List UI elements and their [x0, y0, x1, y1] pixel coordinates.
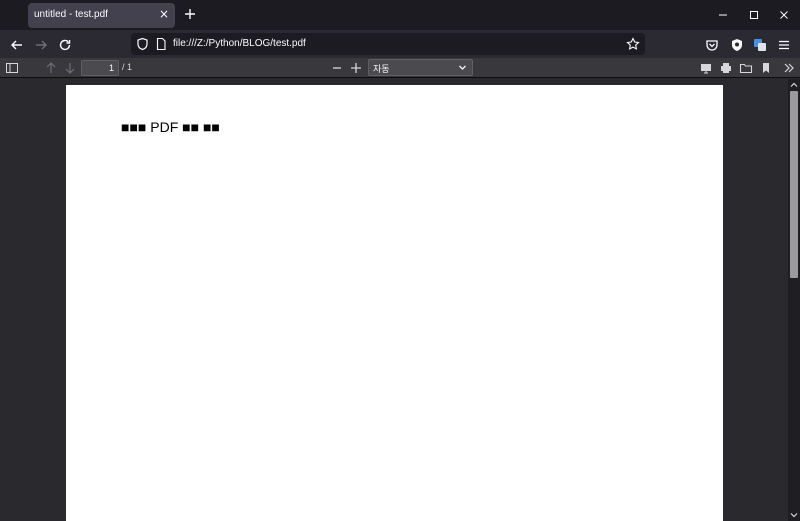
close-icon[interactable] — [777, 8, 791, 22]
sidebar-toggle-icon[interactable] — [5, 61, 19, 75]
translate-icon[interactable] — [752, 37, 768, 53]
scroll-down-icon[interactable] — [790, 511, 798, 519]
reload-icon[interactable] — [57, 37, 73, 53]
tab-title: untitled - test.pdf — [34, 9, 108, 20]
vertical-scrollbar[interactable] — [788, 79, 800, 521]
bookmark-icon[interactable] — [759, 61, 773, 75]
scrollbar-thumb[interactable] — [790, 91, 798, 278]
shield-icon[interactable] — [136, 37, 149, 51]
title-bar: untitled - test.pdf × — [0, 0, 800, 30]
pocket-icon[interactable] — [704, 37, 720, 53]
forward-arrow-icon[interactable] — [33, 37, 49, 53]
pdf-page-text: ■■■ PDF ■■ ■■ — [121, 119, 220, 135]
zoom-in-icon[interactable] — [349, 61, 363, 75]
open-file-icon[interactable] — [739, 61, 753, 75]
tab-active[interactable]: untitled - test.pdf × — [28, 3, 175, 28]
presentation-mode-icon[interactable] — [699, 61, 713, 75]
previous-page-icon[interactable] — [44, 61, 58, 75]
zoom-select[interactable]: 자동 — [368, 59, 473, 76]
pdf-page: ■■■ PDF ■■ ■■ — [66, 85, 723, 521]
pdf-viewer[interactable]: ■■■ PDF ■■ ■■ — [0, 79, 788, 521]
url-text[interactable]: file:///Z:/Python/BLOG/test.pdf — [173, 38, 306, 49]
plus-icon[interactable] — [182, 6, 198, 22]
zoom-value: 자동 — [373, 65, 390, 75]
star-icon[interactable] — [626, 37, 640, 51]
back-arrow-icon[interactable] — [9, 37, 25, 53]
pdf-toolbar: 1 / 1 자동 — [0, 58, 800, 78]
maximize-icon[interactable] — [747, 8, 761, 22]
minimize-icon[interactable] — [716, 8, 730, 22]
next-page-icon[interactable] — [63, 61, 77, 75]
tools-chevron-icon[interactable] — [782, 61, 796, 75]
hamburger-menu-icon[interactable] — [776, 37, 792, 53]
navigation-bar: file:///Z:/Python/BLOG/test.pdf — [0, 30, 800, 58]
scroll-up-icon[interactable] — [790, 81, 798, 89]
chevron-down-icon — [458, 63, 467, 72]
page-icon — [155, 37, 167, 51]
zoom-out-icon[interactable] — [330, 61, 344, 75]
tab-close-icon[interactable]: × — [159, 7, 169, 21]
page-number-input[interactable]: 1 — [81, 60, 119, 76]
print-icon[interactable] — [719, 61, 733, 75]
url-bar[interactable]: file:///Z:/Python/BLOG/test.pdf — [131, 33, 645, 55]
extension-shield-icon[interactable] — [729, 37, 745, 53]
page-count: / 1 — [122, 62, 133, 72]
